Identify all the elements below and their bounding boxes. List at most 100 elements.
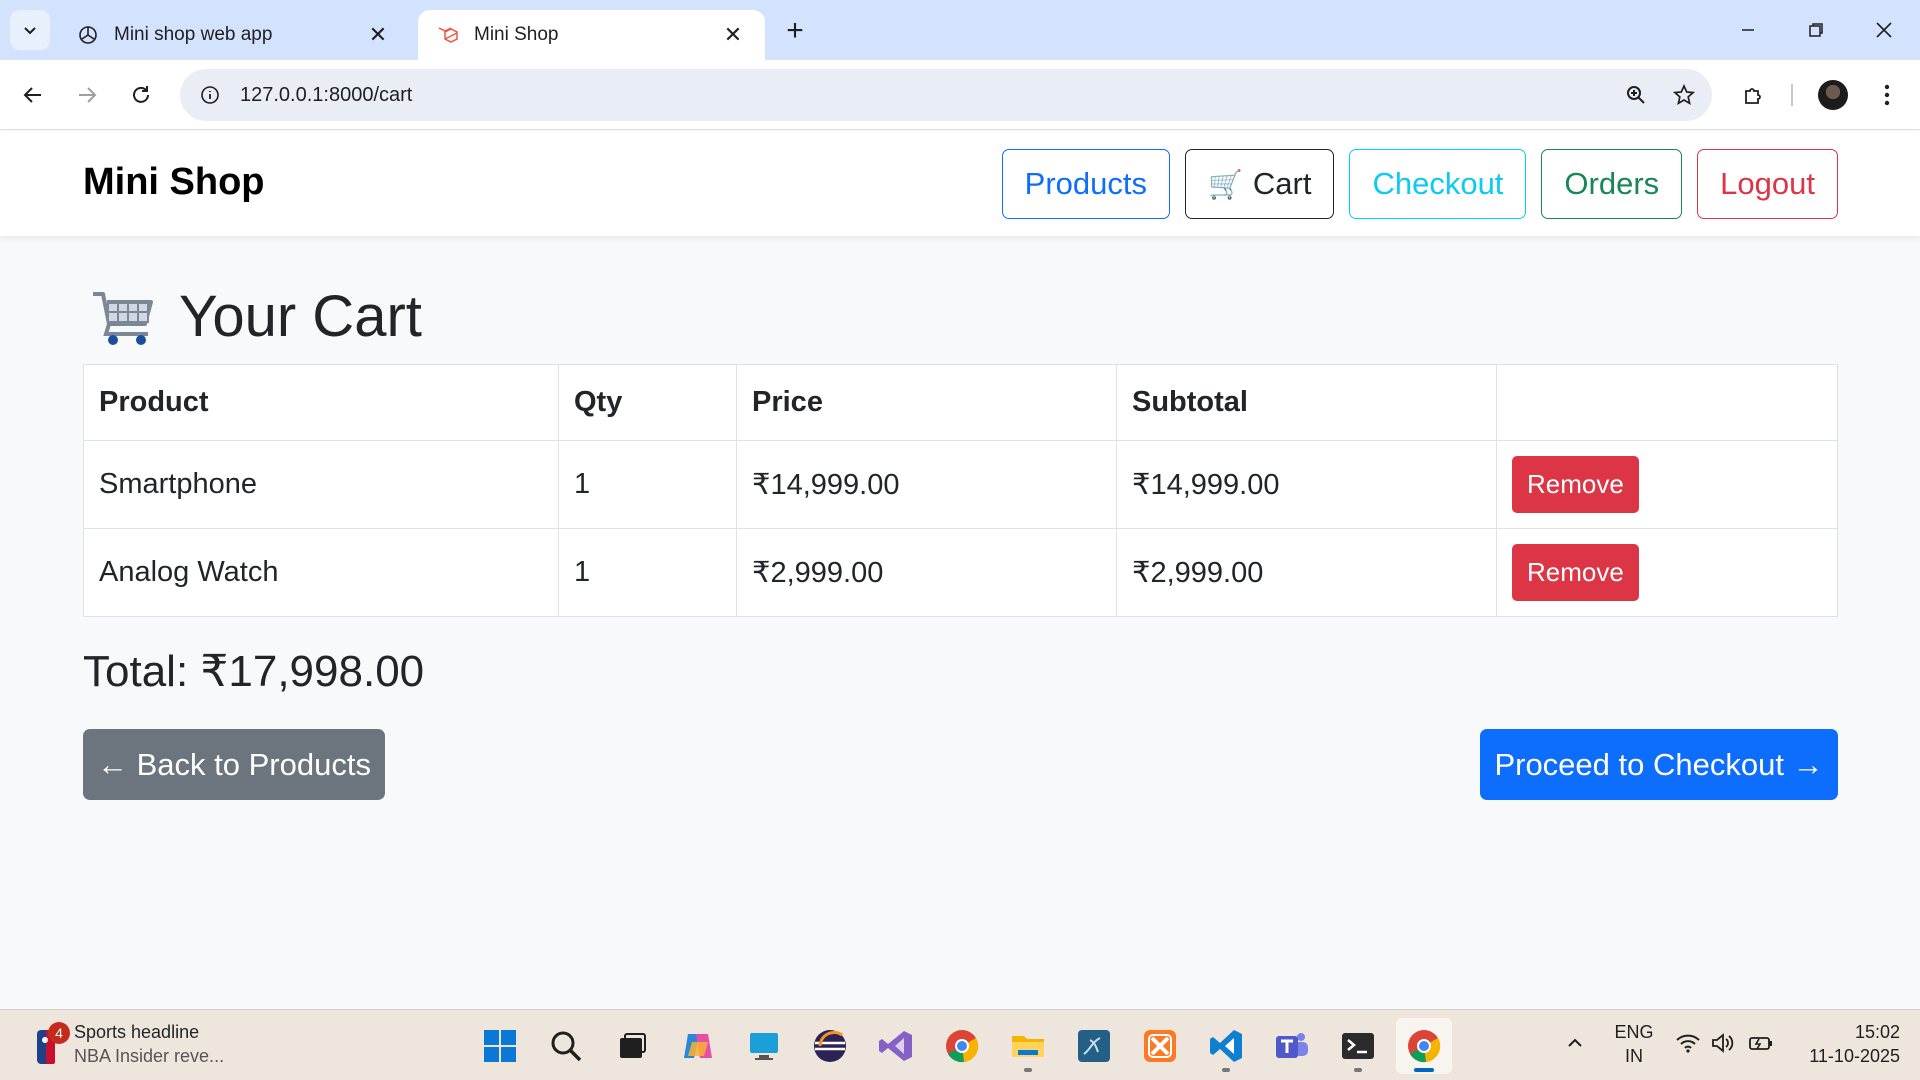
clock[interactable]: 15:02 11-10-2025	[1790, 1020, 1900, 1068]
nav-products-button[interactable]: Products	[1001, 149, 1170, 219]
restore-button[interactable]	[1791, 10, 1841, 50]
column-header-subtotal: Subtotal	[1116, 364, 1497, 441]
cell-product: Smartphone	[83, 440, 559, 529]
nav-links: Products 🛒 Cart Checkout Orders Logout	[1001, 149, 1838, 219]
zoom-icon[interactable]	[1616, 75, 1656, 115]
nba-icon: 4	[36, 1022, 70, 1064]
file-explorer-icon[interactable]	[1000, 1018, 1056, 1074]
page-title-text: Your Cart	[179, 284, 422, 349]
reload-button[interactable]	[120, 74, 162, 116]
cell-subtotal: ₹14,999.00	[1116, 440, 1497, 529]
minimize-icon	[1742, 29, 1754, 31]
address-bar[interactable]: 127.0.0.1:8000/cart	[180, 69, 1712, 121]
nav-orders-label: Orders	[1564, 166, 1660, 201]
nav-logout-label: Logout	[1720, 166, 1815, 201]
language-line1: ENG	[1614, 1022, 1654, 1042]
visual-studio-icon[interactable]	[868, 1018, 924, 1074]
browser-toolbar: 127.0.0.1:8000/cart	[0, 60, 1920, 130]
tab-title: Mini Shop	[474, 24, 559, 45]
forward-button[interactable]	[66, 74, 108, 116]
arrow-right-icon	[79, 87, 97, 103]
column-header-qty: Qty	[558, 364, 737, 441]
tab-mini-shop[interactable]: Mini Shop ✕	[418, 10, 765, 60]
close-icon	[1876, 22, 1892, 38]
nav-orders-button[interactable]: Orders	[1541, 149, 1683, 219]
running-indicator	[1414, 1068, 1434, 1072]
tab-title: Mini shop web app	[114, 24, 273, 45]
column-header-product: Product	[83, 364, 559, 441]
chrome-icon[interactable]	[934, 1018, 990, 1074]
running-indicator	[1222, 1068, 1230, 1072]
clock-date: 11-10-2025	[1809, 1046, 1900, 1066]
reload-icon	[133, 86, 149, 103]
chatgpt-icon	[76, 23, 100, 47]
running-indicator	[1024, 1068, 1032, 1072]
tab-mini-shop-web-app[interactable]: Mini shop web app ✕	[58, 10, 410, 60]
widget-subtitle: NBA Insider reve...	[74, 1046, 225, 1066]
chevron-up-icon[interactable]	[1560, 1028, 1590, 1058]
cell-price: ₹2,999.00	[736, 528, 1117, 617]
nav-cart-button[interactable]: 🛒 Cart	[1185, 149, 1335, 219]
profile-button[interactable]	[1812, 74, 1854, 116]
battery-icon[interactable]	[1745, 1028, 1775, 1058]
chrome-active-icon[interactable]	[1396, 1018, 1452, 1074]
kebab-menu-icon	[1884, 84, 1890, 106]
terminal-icon[interactable]	[1330, 1018, 1386, 1074]
back-button[interactable]	[12, 74, 54, 116]
mysql-workbench-icon[interactable]	[1066, 1018, 1122, 1074]
cart-table: Product Qty Price Subtotal Smartphone 1 …	[83, 364, 1838, 617]
running-indicator	[1354, 1068, 1362, 1072]
search-icon[interactable]	[538, 1018, 594, 1074]
copilot-icon[interactable]	[670, 1018, 726, 1074]
browser-menu-button[interactable]	[1866, 74, 1908, 116]
remove-button[interactable]: Remove	[1512, 544, 1639, 601]
proceed-to-checkout-button[interactable]: Proceed to Checkout →	[1480, 729, 1838, 800]
news-widget[interactable]: 4 Sports headline NBA Insider reve...	[36, 1020, 224, 1068]
nav-cart-label: Cart	[1252, 166, 1312, 201]
extensions-button[interactable]	[1733, 74, 1775, 116]
windows-start-icon[interactable]	[472, 1018, 528, 1074]
close-icon[interactable]: ✕	[719, 21, 747, 49]
vscode-icon[interactable]	[1198, 1018, 1254, 1074]
remote-desktop-icon[interactable]	[736, 1018, 792, 1074]
table-header-row: Product Qty Price Subtotal	[83, 364, 1838, 441]
nav-checkout-button[interactable]: Checkout	[1349, 149, 1527, 219]
arrow-left-icon	[23, 87, 41, 103]
nav-logout-button[interactable]: Logout	[1697, 149, 1838, 219]
avatar	[1818, 80, 1848, 110]
url-text[interactable]: 127.0.0.1:8000/cart	[240, 84, 1616, 107]
task-view-icon[interactable]	[604, 1018, 660, 1074]
cell-actions: Remove	[1496, 440, 1838, 529]
wifi-icon[interactable]	[1673, 1028, 1703, 1058]
language-line2: IN	[1625, 1046, 1643, 1066]
eclipse-icon[interactable]	[802, 1018, 858, 1074]
cell-subtotal: ₹2,999.00	[1116, 528, 1497, 617]
cart-icon: 🛒	[1208, 168, 1243, 200]
laravel-icon	[436, 23, 460, 47]
back-to-products-button[interactable]: ← Back to Products	[83, 729, 385, 800]
close-icon[interactable]: ✕	[364, 21, 392, 49]
bookmark-star-icon[interactable]	[1664, 75, 1704, 115]
tab-search-button[interactable]	[10, 10, 50, 50]
shopping-cart-icon	[93, 291, 153, 345]
cart-total: Total: ₹17,998.00	[83, 647, 425, 696]
clock-time: 15:02	[1854, 1022, 1900, 1042]
cell-qty: 1	[558, 440, 737, 529]
brand-logo[interactable]: Mini Shop	[83, 161, 265, 204]
cell-price: ₹14,999.00	[736, 440, 1117, 529]
table-row: Analog Watch 1 ₹2,999.00 ₹2,999.00 Remov…	[83, 528, 1838, 617]
page-content: Mini Shop Products 🛒 Cart Checkout Orders…	[0, 131, 1920, 1009]
teams-icon[interactable]	[1264, 1018, 1320, 1074]
window-close-button[interactable]	[1859, 10, 1909, 50]
xampp-icon[interactable]	[1132, 1018, 1188, 1074]
windows-taskbar: 4 Sports headline NBA Insider reve... EN…	[0, 1009, 1920, 1080]
new-tab-button[interactable]: +	[778, 14, 812, 48]
column-header-actions	[1496, 364, 1838, 441]
browser-tabstrip: Mini shop web app ✕ Mini Shop ✕ +	[0, 0, 1920, 60]
volume-icon[interactable]	[1708, 1028, 1738, 1058]
language-indicator[interactable]: ENG IN	[1610, 1020, 1658, 1068]
notification-badge: 4	[48, 1022, 70, 1044]
site-info-icon[interactable]	[194, 79, 226, 111]
remove-button[interactable]: Remove	[1512, 456, 1639, 513]
minimize-button[interactable]	[1723, 10, 1773, 50]
